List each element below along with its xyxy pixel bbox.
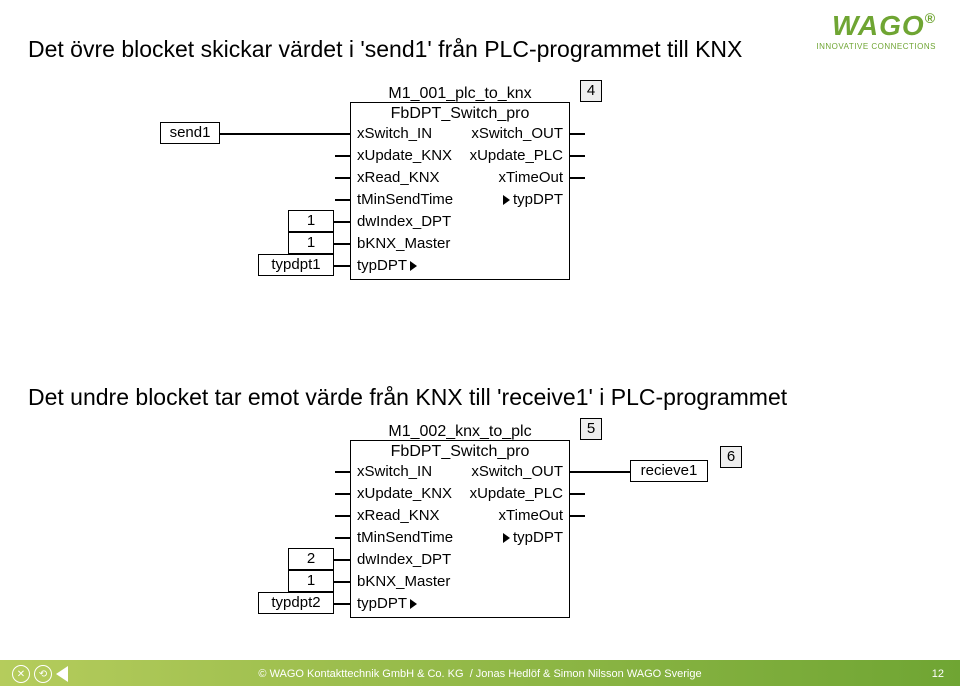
- function-block-1: M1_001_plc_to_knx FbDPT_Switch_pro xSwit…: [350, 102, 570, 280]
- wire: [334, 265, 350, 267]
- var-typdpt1: typdpt1: [258, 254, 334, 276]
- wire: [334, 559, 350, 561]
- triangle-icon: [503, 195, 510, 205]
- var-idx-2: 2: [288, 548, 334, 570]
- fb2-out-1: xUpdate_PLC: [470, 485, 563, 502]
- brand-logo: WAGO®: [832, 10, 936, 42]
- wire: [334, 581, 350, 583]
- fb1-in-1: xUpdate_KNX: [357, 147, 452, 164]
- var-idx-1: 1: [288, 210, 334, 232]
- wire: [570, 133, 585, 135]
- fb1-in-6: typDPT: [357, 257, 420, 274]
- function-block-2: M1_002_knx_to_plc FbDPT_Switch_pro xSwit…: [350, 440, 570, 618]
- wire: [335, 155, 350, 157]
- wire: [335, 199, 350, 201]
- fb2-in-0: xSwitch_IN: [357, 463, 432, 480]
- triangle-icon: [410, 599, 417, 609]
- fb2-out-3: typDPT: [500, 529, 563, 546]
- wire: [570, 471, 630, 473]
- wire: [334, 221, 350, 223]
- fb2-in-2: xRead_KNX: [357, 507, 440, 524]
- fb1-in-2: xRead_KNX: [357, 169, 440, 186]
- fb2-type: FbDPT_Switch_pro: [351, 441, 569, 461]
- diagram-block-2: M1_002_knx_to_plc FbDPT_Switch_pro xSwit…: [150, 418, 790, 638]
- fb2-out-0: xSwitch_OUT: [471, 463, 563, 480]
- var-typdpt2: typdpt2: [258, 592, 334, 614]
- wire: [570, 493, 585, 495]
- fb1-in-3: tMinSendTime: [357, 191, 453, 208]
- wire: [335, 177, 350, 179]
- footer-page-number: 12: [932, 668, 944, 680]
- wire: [335, 471, 350, 473]
- wire: [335, 493, 350, 495]
- fb1-type: FbDPT_Switch_pro: [351, 103, 569, 123]
- fb1-in-0: xSwitch_IN: [357, 125, 432, 142]
- fb2-in-3: tMinSendTime: [357, 529, 453, 546]
- wire: [220, 133, 350, 135]
- fb1-out-0: xSwitch_OUT: [471, 125, 563, 142]
- fb1-in-4: dwIndex_DPT: [357, 213, 451, 230]
- fb1-id-badge: 4: [580, 80, 602, 102]
- wire: [334, 243, 350, 245]
- var-recieve1: recieve1: [630, 460, 708, 482]
- triangle-icon: [410, 261, 417, 271]
- wire: [570, 515, 585, 517]
- fb2-in-1: xUpdate_KNX: [357, 485, 452, 502]
- fb2-out-id-badge: 6: [720, 446, 742, 468]
- fb2-in-6: typDPT: [357, 595, 420, 612]
- fb2-out-2: xTimeOut: [499, 507, 563, 524]
- wire: [335, 515, 350, 517]
- wire: [570, 155, 585, 157]
- fb2-in-5: bKNX_Master: [357, 573, 450, 590]
- footer-copyright: © WAGO Kontakttechnik GmbH & Co. KG / Jo…: [0, 668, 960, 680]
- wire: [335, 537, 350, 539]
- var-master-2: 1: [288, 570, 334, 592]
- fb1-in-5: bKNX_Master: [357, 235, 450, 252]
- triangle-icon: [503, 533, 510, 543]
- heading-bottom: Det undre blocket tar emot värde från KN…: [28, 384, 787, 411]
- diagram-block-1: M1_001_plc_to_knx FbDPT_Switch_pro xSwit…: [150, 80, 710, 300]
- fb2-in-4: dwIndex_DPT: [357, 551, 451, 568]
- heading-top: Det övre blocket skickar värdet i 'send1…: [28, 36, 742, 63]
- var-send1: send1: [160, 122, 220, 144]
- var-master-1: 1: [288, 232, 334, 254]
- fb1-out-1: xUpdate_PLC: [470, 147, 563, 164]
- brand-tagline: INNOVATIVE CONNECTIONS: [816, 42, 936, 51]
- wire: [334, 603, 350, 605]
- wire: [570, 177, 585, 179]
- fb1-out-2: xTimeOut: [499, 169, 563, 186]
- fb2-id-badge: 5: [580, 418, 602, 440]
- fb1-out-3: typDPT: [500, 191, 563, 208]
- fb1-name: M1_001_plc_to_knx: [351, 83, 569, 103]
- fb2-name: M1_002_knx_to_plc: [351, 421, 569, 441]
